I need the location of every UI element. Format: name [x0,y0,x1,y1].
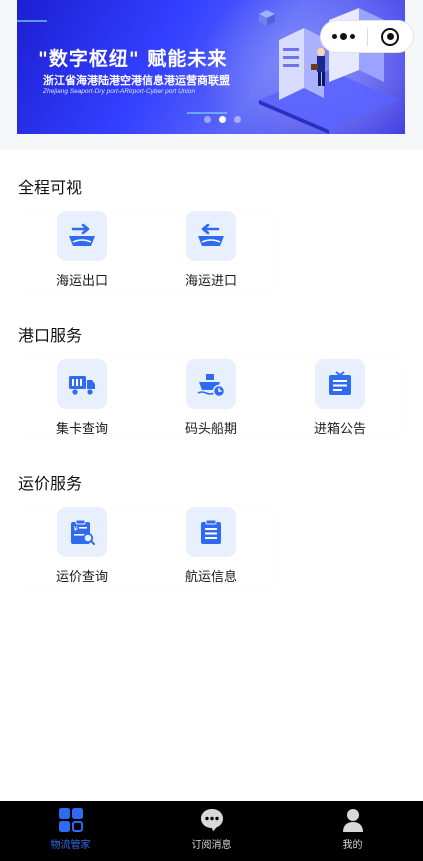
tab-label: 订阅消息 [191,840,232,851]
section-card-port-services: 集卡查询 码头船期 进箱公告 [17,359,405,437]
section-card-visibility: 海运出口 海运进口 [17,211,275,289]
banner-title: "数字枢纽" 赋能未来 [38,48,228,70]
tile-label: 进箱公告 [313,422,366,437]
tile-label: 海运出口 [55,274,108,289]
tile-freight-rate-query[interactable]: ¥ 运价查询 [27,507,137,587]
tab-label: 物流管家 [50,840,91,851]
section-card-freight-services: ¥ 运价查询 航运信息 [17,507,275,585]
section-title-visibility: 全程可视 [18,178,83,197]
tile-gate-in-notice[interactable]: 进箱公告 [285,359,395,439]
ship-export-icon [57,211,107,261]
miniprogram-capsule [320,20,414,53]
tile-label: 航运信息 [184,570,237,585]
announcement-icon [315,359,365,409]
banner-stripe [17,20,47,22]
tile-label: 码头船期 [184,422,237,437]
carousel-indicator [204,116,241,123]
price-search-icon: ¥ [57,507,107,557]
tile-sea-import[interactable]: 海运进口 [156,211,266,291]
tile-label: 海运进口 [184,274,237,289]
tile-sea-export[interactable]: 海运出口 [27,211,137,291]
banner-area: "数字枢纽" 赋能未来 浙江省海港陆港空港信息港运营商联盟 Zhejiang S… [0,0,423,150]
chat-bubble-icon [200,809,223,832]
section-title-freight-services: 运价服务 [18,474,83,493]
ship-schedule-icon [186,359,236,409]
tab-logistics-steward[interactable]: 物流管家 [0,801,141,861]
carousel-dot[interactable] [204,116,211,123]
carousel-dot[interactable] [234,116,241,123]
user-icon [342,809,363,832]
banner-subtitle: 浙江省海港陆港空港信息港运营商联盟 [43,74,230,87]
truck-icon [57,359,107,409]
svg-text:¥: ¥ [74,525,79,533]
banner-subtitle-en: Zhejiang Seaport-Dry port-ARirport-Cyber… [43,88,196,95]
grid-home-icon [58,808,83,832]
tile-shipping-info[interactable]: 航运信息 [156,507,266,587]
more-dots-icon[interactable] [321,21,367,52]
tile-truck-query[interactable]: 集卡查询 [27,359,137,439]
close-target-icon[interactable] [367,21,413,52]
tab-label: 我的 [342,840,363,851]
tile-label: 集卡查询 [55,422,108,437]
bottom-tab-bar: 物流管家 订阅消息 我的 [0,801,423,861]
ship-import-icon [186,211,236,261]
section-title-port-services: 港口服务 [18,326,83,345]
tile-terminal-schedule[interactable]: 码头船期 [156,359,266,439]
tab-mine[interactable]: 我的 [282,801,423,861]
banner-stripe [187,112,227,114]
shipping-info-icon [186,507,236,557]
tile-label: 运价查询 [55,570,108,585]
carousel-dot-active[interactable] [219,116,226,123]
tab-subscription-messages[interactable]: 订阅消息 [141,801,282,861]
